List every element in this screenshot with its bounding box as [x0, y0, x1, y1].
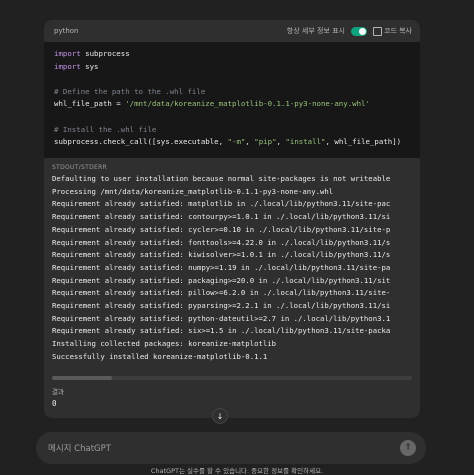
horizontal-scrollbar[interactable]: [52, 376, 412, 380]
output-body: Defaulting to user installation because …: [44, 171, 420, 366]
message-input[interactable]: 메시지 ChatGPT: [48, 442, 400, 454]
output-line: Requirement already satisfied: six>=1.5 …: [52, 326, 391, 336]
code-line: subprocess.check_call([sys.executable, "…: [54, 136, 410, 149]
code-token: , whl_file_path]): [325, 137, 402, 147]
arrow-down-icon: ↓: [216, 411, 224, 421]
code-token: subprocess.check_call([sys.executable,: [54, 137, 228, 147]
code-token: subprocess: [80, 49, 130, 58]
code-token: import: [54, 61, 81, 71]
header-actions: 항상 세부 정보 표시 코드 복사: [287, 26, 412, 36]
code-token: sys: [80, 61, 99, 71]
code-token: # Install the .whl file: [54, 124, 157, 134]
code-body: import subprocess import sys # Define the…: [44, 42, 420, 164]
output-line: Requirement already satisfied: kiwisolve…: [52, 250, 391, 260]
result-label: 결과: [52, 388, 64, 396]
scroll-down-button[interactable]: ↓: [212, 408, 228, 424]
code-token: "-m": [227, 137, 246, 147]
output-line: Successfully installed koreanize-matplot…: [52, 351, 268, 361]
code-token: # Define the path to the .whl file: [54, 86, 206, 96]
show-details-toggle[interactable]: [351, 26, 367, 36]
code-line: # Install the .whl file: [54, 124, 410, 137]
output-line: Installing collected packages: koreanize…: [52, 339, 277, 349]
result-value: 0: [52, 399, 57, 408]
output-line: Requirement already satisfied: numpy>=1.…: [52, 262, 391, 272]
copy-icon: [373, 26, 382, 36]
output-line: Requirement already satisfied: pyparsing…: [52, 301, 391, 311]
output-line: Requirement already satisfied: python-da…: [52, 313, 391, 323]
code-line: import sys: [54, 61, 410, 74]
send-button[interactable]: ↑: [400, 440, 416, 456]
output-line: Requirement already satisfied: matplotli…: [52, 199, 391, 209]
message-composer[interactable]: 메시지 ChatGPT ↑: [36, 432, 426, 464]
code-token: whl_file_path =: [54, 99, 126, 109]
scrollbar-thumb[interactable]: [52, 376, 112, 380]
code-language: python: [54, 27, 79, 35]
code-line: whl_file_path = '/mnt/data/koreanize_mat…: [54, 98, 410, 111]
output-line: Requirement already satisfied: contourpy…: [52, 212, 391, 222]
code-token: '/mnt/data/koreanize_matplotlib-0.1.1-py…: [125, 99, 370, 109]
code-token: "install": [285, 137, 326, 147]
code-line: import subprocess: [54, 48, 410, 61]
output-line: Requirement already satisfied: fonttools…: [52, 237, 391, 247]
output-line: Defaulting to user installation because …: [52, 174, 391, 183]
code-token: ,: [245, 137, 255, 147]
code-token: "pip": [254, 137, 277, 147]
toggle-label: 항상 세부 정보 표시: [286, 27, 345, 35]
output-line: Requirement already satisfied: pillow>=6…: [52, 288, 391, 298]
output-line: Requirement already satisfied: cycler>=0…: [52, 224, 391, 234]
output-line: Processing /mnt/data/koreanize_matplotli…: [52, 186, 334, 196]
code-line: # Define the path to the .whl file: [54, 86, 410, 99]
code-token: import: [54, 49, 81, 58]
code-header: python 항상 세부 정보 표시 코드 복사: [44, 20, 420, 42]
output-line: Requirement already satisfied: packaging…: [52, 275, 391, 285]
output-panel: STDOUT/STDERR Defaulting to user install…: [44, 158, 420, 418]
arrow-up-icon: ↑: [404, 443, 412, 453]
code-panel: python 항상 세부 정보 표시 코드 복사 import subproce…: [44, 20, 420, 418]
copy-label: 코드 복사: [384, 27, 412, 35]
copy-code-button[interactable]: 코드 복사: [373, 26, 412, 36]
output-label: STDOUT/STDERR: [52, 164, 108, 171]
